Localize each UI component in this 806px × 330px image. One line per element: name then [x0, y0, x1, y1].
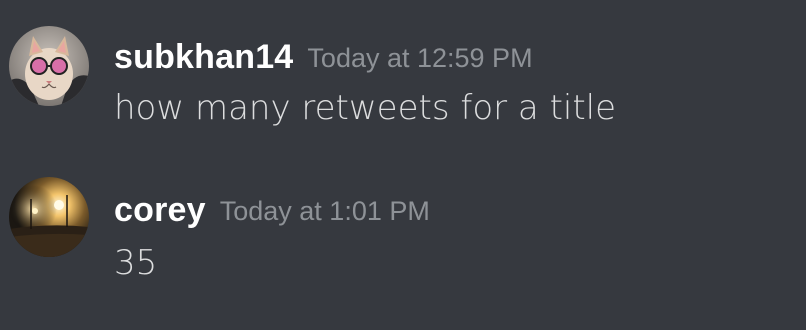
- message-header: corey Today at 1:01 PM: [114, 189, 430, 237]
- username[interactable]: corey: [114, 191, 206, 229]
- timestamp: Today at 1:01 PM: [219, 196, 430, 226]
- message-header: subkhan14 Today at 12:59 PM: [114, 36, 533, 84]
- chat-messages: subkhan14 Today at 12:59 PM how many retw…: [0, 0, 806, 330]
- message-text: how many retweets for a title: [114, 88, 617, 128]
- night-street-lights-icon: [9, 177, 89, 257]
- cat-with-sunglasses-icon: [9, 26, 89, 106]
- user-avatar[interactable]: [9, 177, 89, 257]
- timestamp: Today at 12:59 PM: [307, 43, 533, 73]
- username[interactable]: subkhan14: [114, 38, 293, 76]
- message-text: 35: [114, 243, 158, 283]
- user-avatar[interactable]: [9, 26, 89, 106]
